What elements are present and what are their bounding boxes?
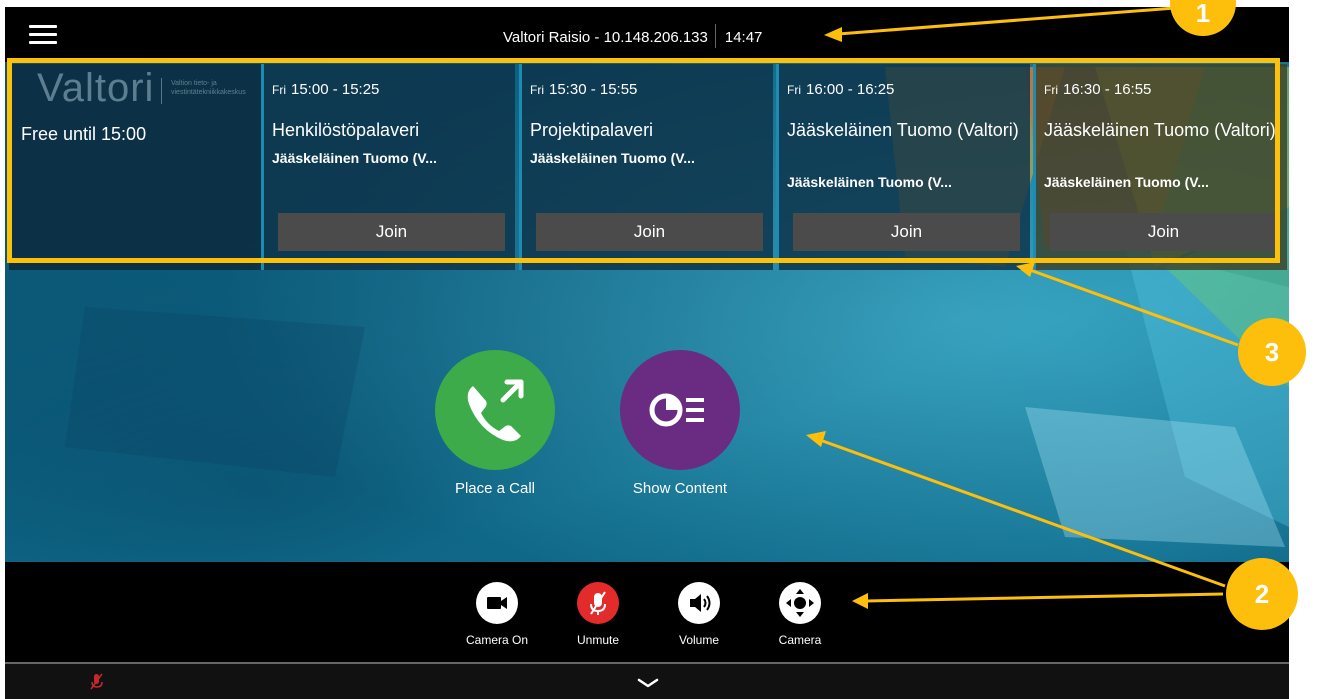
meeting-organizer: Jääskeläinen Tuomo (V... — [530, 150, 695, 166]
show-content-action[interactable]: Show Content — [600, 350, 760, 497]
camera-control-icon — [786, 589, 814, 617]
place-call-action[interactable]: Place a Call — [415, 350, 575, 497]
unmute-button[interactable] — [577, 582, 619, 624]
join-button[interactable]: Join — [536, 213, 763, 251]
callout-badge-3: 3 — [1238, 318, 1306, 386]
touch-panel-screen: Valtori Raisio - 10.148.206.133 14:47 Val… — [5, 7, 1289, 699]
meeting-title: Projektipalaveri — [530, 120, 654, 140]
meeting-organizer: Jääskeläinen Tuomo (V... — [272, 150, 437, 166]
device-name: Valtori Raisio - 10.148.206.133 — [503, 28, 708, 46]
camera-button[interactable] — [779, 582, 821, 624]
place-call-button[interactable] — [435, 350, 555, 470]
meeting-calendar: Valtori Valtion tieto- ja viestintätekni… — [9, 64, 1287, 270]
unmute-label: Unmute — [576, 633, 620, 647]
meeting-title: Jääskeläinen Tuomo (Valtori) — [1044, 120, 1276, 140]
meeting-time: Fri 15:30 - 15:55 — [530, 81, 638, 98]
callout-badge-2: 2 — [1226, 558, 1298, 630]
meeting-title: Jääskeläinen Tuomo (Valtori) — [787, 120, 1019, 140]
free-until-text: Free until 15:00 — [21, 124, 147, 144]
meeting-slot: Fri 16:30 - 16:55 Jääskeläinen Tuomo (Val… — [1033, 64, 1287, 270]
volume-button[interactable] — [678, 582, 720, 624]
meeting-title: Henkilöstöpalaveri — [272, 120, 420, 140]
unmute-control[interactable]: Unmute — [553, 582, 643, 647]
microphone-muted-icon — [590, 591, 606, 615]
join-button[interactable]: Join — [278, 213, 505, 251]
meeting-time: Fri 15:00 - 15:25 — [272, 81, 380, 98]
meeting-slot: Fri 15:00 - 15:25 Henkilöstöpalaveri Jääs… — [261, 64, 515, 270]
meeting-slot: Fri 16:00 - 16:25 Jääskeläinen Tuomo (Val… — [776, 64, 1030, 270]
top-status-bar: Valtori Raisio - 10.148.206.133 14:47 — [5, 7, 1289, 62]
join-button[interactable]: Join — [1050, 213, 1277, 251]
camera-label: Camera — [778, 633, 822, 647]
meeting-slot: Fri 15:30 - 15:55 Projektipalaveri Jääske… — [519, 64, 773, 270]
microphone-muted-icon — [90, 673, 103, 690]
menu-icon[interactable] — [29, 25, 57, 45]
logo-divider — [161, 78, 162, 104]
meeting-time: Fri 16:30 - 16:55 — [1044, 81, 1152, 98]
speaker-icon — [690, 594, 711, 612]
logo-subtitle: Valtion tieto- ja viestintätekniikkakesk… — [171, 80, 246, 96]
logo: Valtori — [37, 66, 155, 110]
chevron-down-icon[interactable] — [636, 676, 660, 690]
join-button[interactable]: Join — [793, 213, 1020, 251]
volume-label: Volume — [678, 633, 720, 647]
share-content-icon — [649, 393, 704, 427]
meeting-organizer: Jääskeläinen Tuomo (V... — [1044, 174, 1209, 190]
bottom-status-bar — [5, 662, 1289, 699]
show-content-button[interactable] — [620, 350, 740, 470]
show-content-label: Show Content — [632, 480, 728, 497]
meeting-organizer: Jääskeläinen Tuomo (V... — [787, 174, 952, 190]
free-status-cell: Valtori Valtion tieto- ja viestintätekni… — [9, 64, 261, 270]
place-call-label: Place a Call — [454, 480, 536, 497]
clock: 14:47 — [724, 28, 763, 46]
video-camera-icon — [487, 597, 507, 609]
control-bar: Camera On Unmute Volume Camera — [5, 562, 1289, 662]
camera-control[interactable]: Camera — [755, 582, 845, 647]
device-info: Valtori Raisio - 10.148.206.133 14:47 — [503, 24, 763, 50]
phone-outgoing-icon — [467, 379, 524, 442]
meeting-time: Fri 16:00 - 16:25 — [787, 81, 895, 98]
camera-on-label: Camera On — [465, 633, 529, 647]
divider — [714, 24, 716, 48]
camera-on-button[interactable] — [476, 582, 518, 624]
volume-control[interactable]: Volume — [654, 582, 744, 647]
camera-on-control[interactable]: Camera On — [452, 582, 542, 647]
